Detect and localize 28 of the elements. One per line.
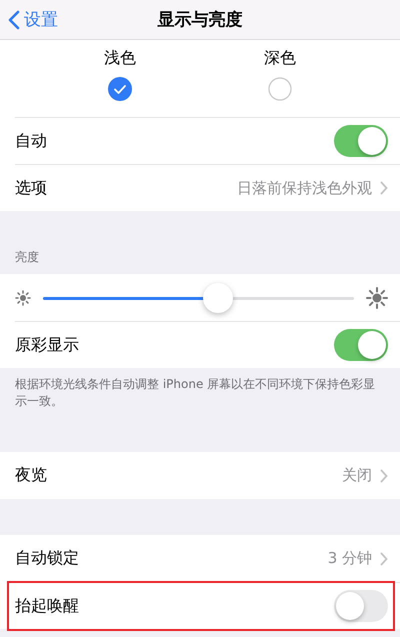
- back-chevron-icon: [8, 10, 20, 30]
- row-label: 原彩显示: [15, 334, 80, 356]
- row-value: 3 分钟: [328, 549, 372, 568]
- toggle-switch[interactable]: [334, 125, 388, 157]
- toggle-switch[interactable]: [334, 590, 388, 622]
- chevron-icon: [380, 468, 388, 482]
- brightness-slider[interactable]: [43, 282, 354, 314]
- row-label: 抬起唤醒: [15, 596, 80, 616]
- chevron-icon: [380, 181, 388, 195]
- appearance-option[interactable]: 浅色: [90, 48, 150, 117]
- toggle-switch[interactable]: [334, 329, 388, 361]
- slider-thumb[interactable]: [203, 282, 234, 312]
- dim-sun-icon: [15, 290, 31, 306]
- bright-sun-icon: [366, 286, 388, 308]
- row-label: 自动: [15, 130, 48, 152]
- row-value: 关闭: [342, 466, 372, 485]
- chevron-icon: [380, 552, 388, 566]
- section-header: 亮度: [14, 249, 40, 266]
- section-footer: 根据环境光线条件自动调整 iPhone 屏幕以在不同环境下保持色彩显示一致。: [0, 368, 400, 416]
- row-value: 日落前保持浅色外观: [237, 178, 372, 198]
- row-label: 夜览: [15, 465, 48, 486]
- settings-row[interactable]: 自动锁定 3 分钟: [15, 535, 400, 582]
- row-label: 选项: [15, 178, 48, 198]
- page-title: 显示与亮度: [156, 9, 244, 31]
- back-button[interactable]: 设置: [0, 7, 100, 32]
- row-label: 自动锁定: [15, 548, 80, 569]
- settings-row[interactable]: 选项 日落前保持浅色外观: [15, 164, 400, 211]
- appearance-option[interactable]: 深色: [250, 48, 310, 117]
